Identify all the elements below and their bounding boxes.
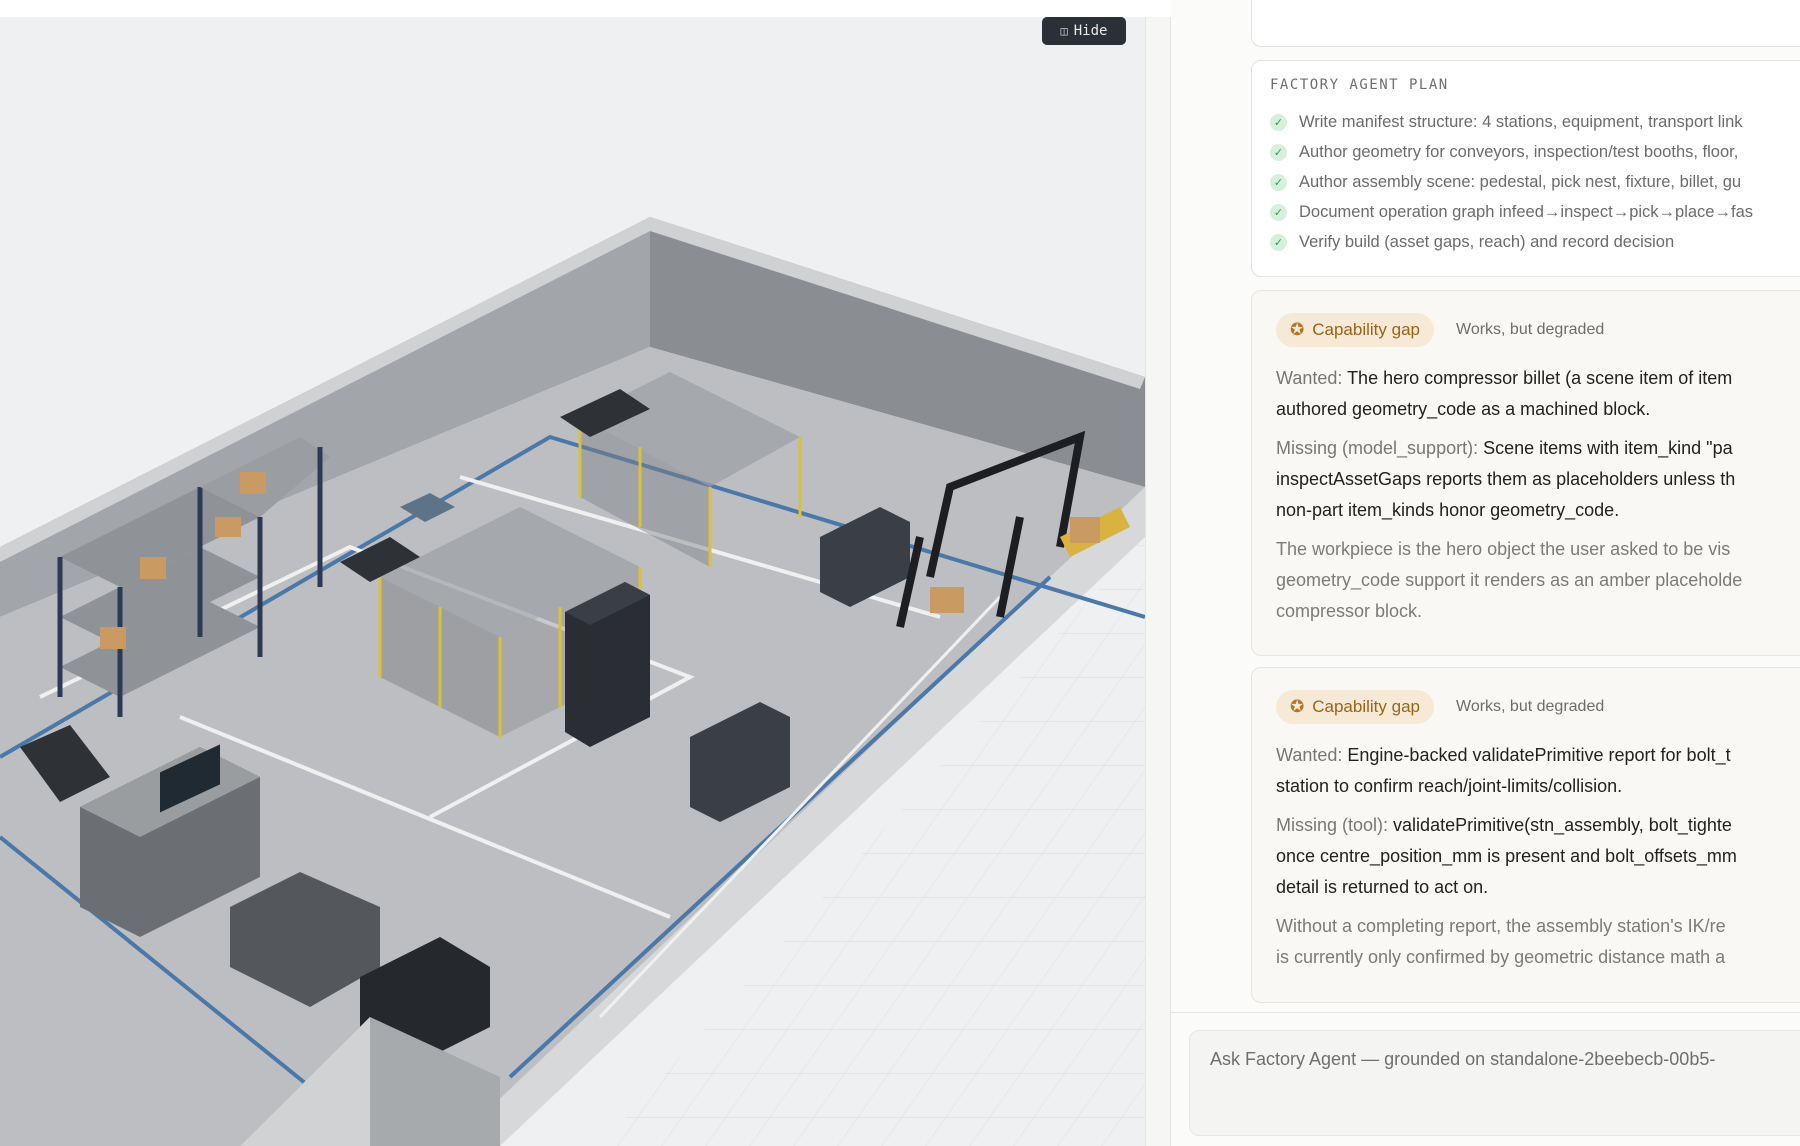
check-icon: ✓: [1270, 173, 1287, 191]
panel-collapse-icon: ◫: [1060, 24, 1068, 38]
capability-gap-card: ✪ Capability gap Works, but degraded Wan…: [1251, 667, 1800, 1003]
panel-resize-divider[interactable]: [1145, 17, 1171, 1146]
gap-note: Without a completing report, the assembl…: [1276, 911, 1786, 973]
puzzle-icon: ✪: [1290, 697, 1305, 716]
factory-scene[interactable]: [0, 17, 1145, 1146]
plan-title: FACTORY AGENT PLAN: [1270, 77, 1449, 93]
ask-agent-box[interactable]: [1189, 1030, 1800, 1136]
gap-missing: Missing (model_support): Scene items wit…: [1276, 433, 1786, 526]
plan-item: ✓ Verify build (asset gaps, reach) and r…: [1270, 227, 1792, 257]
panel-separator: [1171, 1012, 1800, 1013]
previous-message-card: [1251, 0, 1800, 47]
capability-gap-badge[interactable]: ✪ Capability gap: [1276, 313, 1434, 347]
wanted-text: station to confirm reach/joint-limits/co…: [1276, 776, 1623, 796]
missing-label: Missing (model_support):: [1276, 438, 1479, 458]
agent-panel: FACTORY AGENT PLAN ✓ Write manifest stru…: [1171, 0, 1800, 1146]
gap-status: Works, but degraded: [1456, 321, 1605, 338]
check-icon: ✓: [1270, 143, 1287, 161]
wanted-label: Wanted:: [1276, 745, 1343, 765]
check-icon: ✓: [1270, 233, 1287, 251]
missing-label: Missing (tool):: [1276, 815, 1389, 835]
note-text: The workpiece is the hero object the use…: [1276, 539, 1731, 559]
missing-text: Scene items with item_kind "pa: [1483, 438, 1733, 458]
note-text: geometry_code support it renders as an a…: [1276, 570, 1743, 590]
missing-text: inspectAssetGaps reports them as placeho…: [1276, 469, 1736, 489]
gap-note: The workpiece is the hero object the use…: [1276, 534, 1786, 627]
note-text: compressor block.: [1276, 601, 1423, 621]
plan-item-text: Author assembly scene: pedestal, pick ne…: [1299, 172, 1742, 191]
gap-status: Works, but degraded: [1456, 698, 1605, 715]
plan-item: ✓ Author geometry for conveyors, inspect…: [1270, 137, 1792, 167]
plan-item: ✓ Document operation graph infeed→inspec…: [1270, 197, 1792, 227]
hide-button[interactable]: ◫ Hide: [1042, 17, 1126, 45]
factory-3d-viewport[interactable]: ◫ Hide: [0, 17, 1145, 1146]
plan-item-text: Document operation graph infeed→inspect→…: [1299, 202, 1753, 221]
capability-gap-label: Capability gap: [1312, 320, 1420, 339]
missing-text: once centre_position_mm is present and b…: [1276, 846, 1737, 866]
note-text: Without a completing report, the assembl…: [1276, 916, 1726, 936]
missing-text: detail is returned to act on.: [1276, 877, 1489, 897]
wanted-label: Wanted:: [1276, 368, 1343, 388]
gap-wanted: Wanted: The hero compressor billet (a sc…: [1276, 363, 1786, 425]
capability-gap-card: ✪ Capability gap Works, but degraded Wan…: [1251, 290, 1800, 656]
plan-item: ✓ Write manifest structure: 4 stations, …: [1270, 107, 1792, 137]
plan-item-text: Write manifest structure: 4 stations, eq…: [1299, 112, 1743, 131]
wanted-text: Engine-backed validatePrimitive report f…: [1347, 745, 1731, 765]
capability-gap-badge[interactable]: ✪ Capability gap: [1276, 690, 1434, 724]
puzzle-icon: ✪: [1290, 320, 1305, 339]
missing-text: validatePrimitive(stn_assembly, bolt_tig…: [1393, 815, 1732, 835]
hide-label: Hide: [1073, 23, 1108, 39]
gap-wanted: Wanted: Engine-backed validatePrimitive …: [1276, 740, 1786, 802]
note-text: is currently only confirmed by geometric…: [1276, 947, 1726, 967]
plan-item-text: Verify build (asset gaps, reach) and rec…: [1299, 232, 1675, 251]
wanted-text: authored geometry_code as a machined blo…: [1276, 399, 1651, 419]
plan-item: ✓ Author assembly scene: pedestal, pick …: [1270, 167, 1792, 197]
missing-text: non-part item_kinds honor geometry_code.: [1276, 500, 1620, 520]
press-machine[interactable]: [565, 582, 650, 747]
wanted-text: The hero compressor billet (a scene item…: [1347, 368, 1733, 388]
factory-agent-plan-card: FACTORY AGENT PLAN ✓ Write manifest stru…: [1251, 60, 1800, 277]
ask-agent-input[interactable]: [1210, 1049, 1788, 1070]
capability-gap-label: Capability gap: [1312, 697, 1420, 716]
check-icon: ✓: [1270, 203, 1287, 221]
check-icon: ✓: [1270, 113, 1287, 131]
plan-item-text: Author geometry for conveyors, inspectio…: [1299, 142, 1739, 161]
gap-missing: Missing (tool): validatePrimitive(stn_as…: [1276, 810, 1786, 903]
